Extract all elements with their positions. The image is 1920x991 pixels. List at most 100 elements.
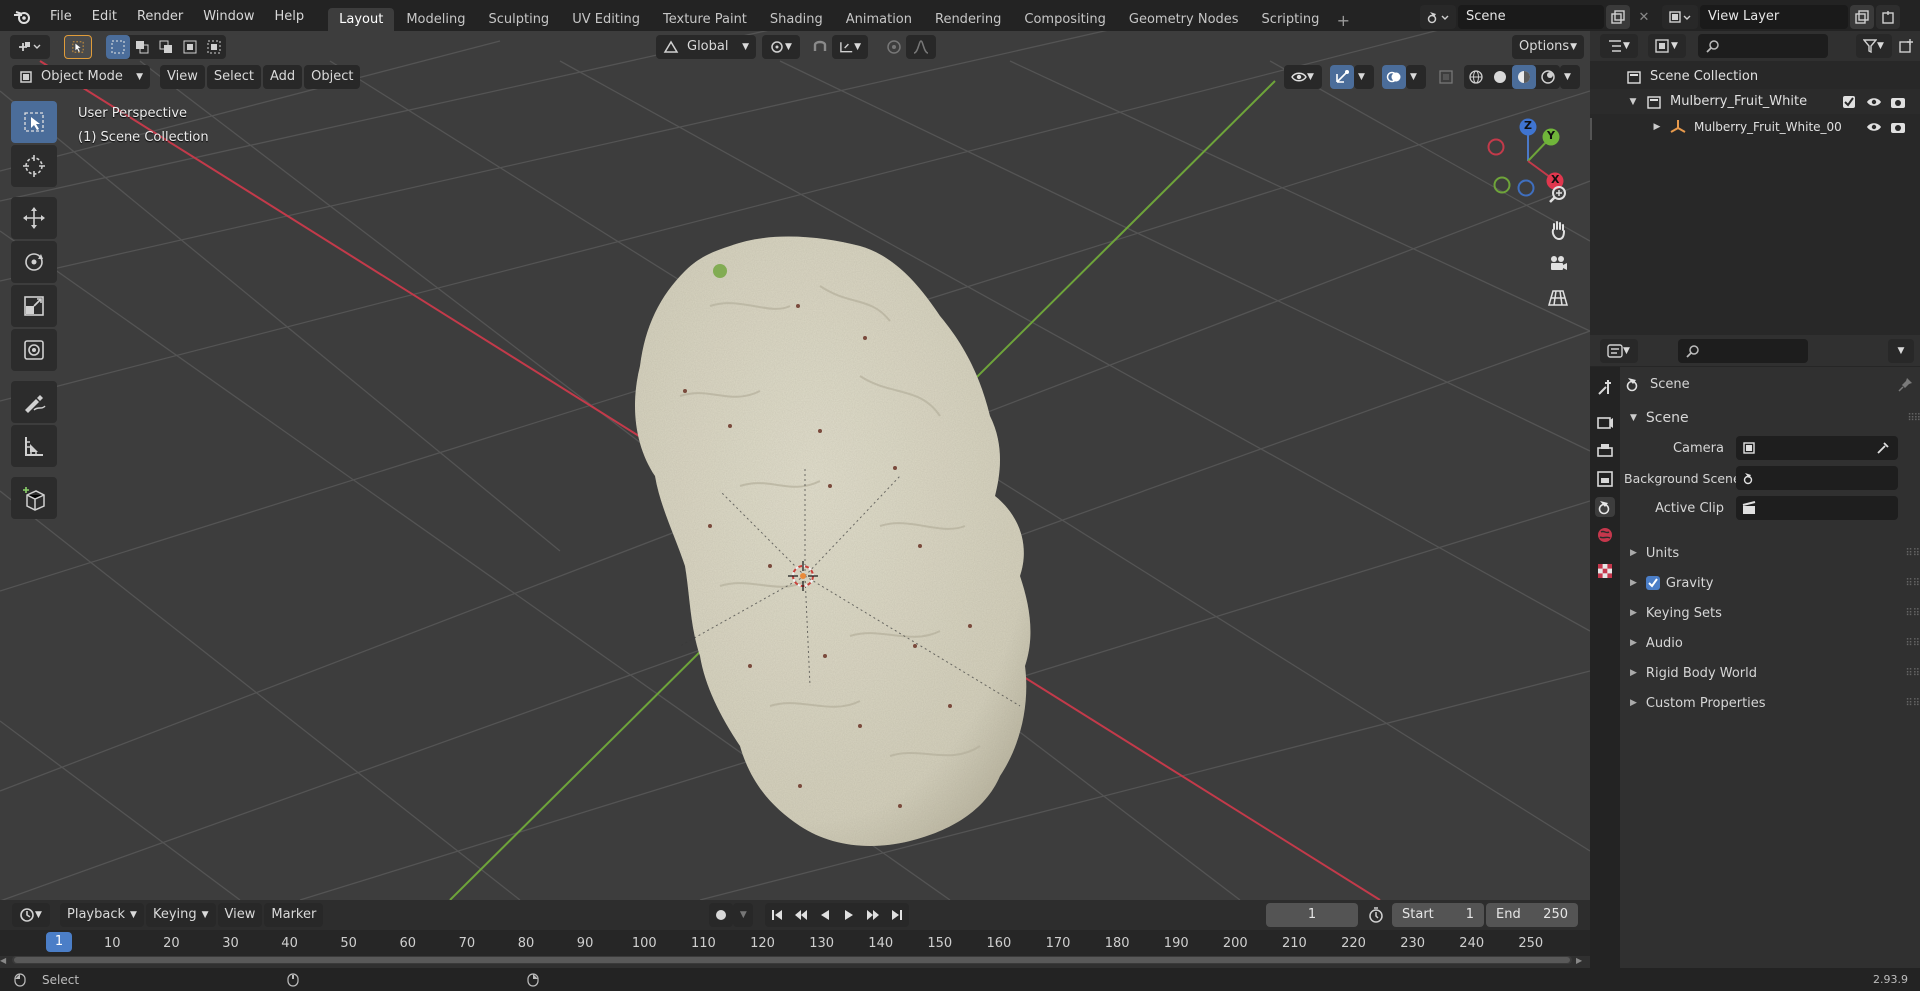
use-preview-range-icon[interactable] (1364, 903, 1388, 927)
expand-triangle-icon[interactable]: ▶ (1648, 122, 1666, 132)
record-dropdown-chevron-icon[interactable]: ▼ (733, 903, 754, 927)
section-audio[interactable]: ▶ Audio ⠿⠿ (1630, 631, 1920, 655)
tab-compositing[interactable]: Compositing (1013, 8, 1117, 32)
tab-scripting[interactable]: Scripting (1251, 8, 1331, 32)
playback-dropdown[interactable]: Playback ▼ (60, 903, 144, 927)
mode-new-selection-icon[interactable] (106, 35, 130, 59)
gravity-checkbox[interactable] (1645, 575, 1661, 591)
xray-toggle-icon[interactable] (1434, 65, 1458, 89)
render-camera-icon[interactable] (1890, 120, 1906, 134)
menu-marker[interactable]: Marker (264, 903, 324, 927)
properties-editor-type-icon[interactable]: ▼ (1600, 338, 1638, 363)
mode-invert-selection-icon[interactable] (178, 35, 202, 59)
copy-view-layer-icon[interactable] (1850, 5, 1874, 29)
scene-panel-header[interactable]: ▼ Scene ⠿⠿ (1630, 406, 1920, 430)
drag-handle-icon[interactable]: ⠿⠿ (1905, 698, 1920, 709)
snap-icon[interactable] (808, 35, 832, 59)
pin-icon[interactable] (1898, 376, 1914, 392)
start-frame-field[interactable]: Start 1 (1392, 903, 1484, 927)
shading-rendered-icon[interactable] (1536, 65, 1560, 89)
outliner-row-collection[interactable]: ▼ Mulberry_Fruit_White (1590, 89, 1920, 114)
menu-select[interactable]: Select (206, 65, 261, 89)
3d-viewport[interactable]: User Perspective (1) Scene Collection Z … (0, 31, 1590, 900)
tab-modeling[interactable]: Modeling (395, 8, 476, 32)
gizmo-dropdown-chevron-icon[interactable]: ▼ (1354, 65, 1374, 89)
tab-shading[interactable]: Shading (759, 8, 834, 32)
close-scene-icon[interactable]: ✕ (1632, 5, 1656, 29)
menu-object[interactable]: Object (304, 65, 361, 89)
tab-layout[interactable]: Layout (328, 8, 395, 32)
outliner-search-input[interactable] (1698, 34, 1828, 58)
section-gravity[interactable]: ▶ Gravity ⠿⠿ (1630, 571, 1920, 595)
menu-view[interactable]: View (160, 65, 205, 89)
outliner-row-object[interactable]: ▶ Mulberry_Fruit_White_00 (1590, 114, 1920, 139)
shading-material-icon[interactable] (1512, 65, 1536, 89)
shading-wireframe-icon[interactable] (1464, 65, 1488, 89)
menu-help[interactable]: Help (265, 5, 315, 29)
menu-timeline-view[interactable]: View (217, 903, 263, 927)
view-layer-selector-icon[interactable] (1662, 5, 1698, 29)
drag-handle-icon[interactable]: ⠿⠿ (1905, 578, 1920, 589)
tab-uv-editing[interactable]: UV Editing (561, 8, 651, 32)
measure-tool[interactable] (11, 425, 57, 467)
menu-edit[interactable]: Edit (82, 5, 127, 29)
view-layer-field[interactable]: View Layer (1700, 5, 1848, 29)
scene-selector-icon[interactable] (1420, 5, 1456, 29)
outliner-row-scene-collection[interactable]: Scene Collection (1590, 64, 1920, 89)
active-tool-icon[interactable] (64, 35, 92, 59)
options-dropdown[interactable]: Options ▼ (1512, 35, 1584, 59)
properties-options-chevron-icon[interactable]: ▼ (1888, 338, 1914, 363)
camera-field[interactable] (1736, 436, 1898, 460)
drag-handle-icon[interactable]: ⠿⠿ (1907, 413, 1920, 424)
playhead-frame-indicator[interactable]: 1 (46, 932, 72, 952)
rotate-tool[interactable] (11, 241, 57, 283)
active-clip-field[interactable] (1736, 496, 1898, 520)
drag-handle-icon[interactable]: ⠿⠿ (1905, 638, 1920, 649)
drag-handle-icon[interactable]: ⠿⠿ (1905, 608, 1920, 619)
zoom-icon[interactable] (1543, 180, 1573, 210)
section-rigid-body-world[interactable]: ▶ Rigid Body World ⠿⠿ (1630, 661, 1920, 685)
menu-window[interactable]: Window (193, 5, 264, 29)
properties-search-input[interactable] (1678, 338, 1808, 363)
output-tab-icon[interactable] (1595, 441, 1615, 461)
annotate-tool[interactable] (11, 381, 57, 423)
mode-intersect-selection-icon[interactable] (202, 35, 226, 59)
overlays-toggle-icon[interactable] (1382, 65, 1406, 89)
outliner-editor-type-icon[interactable]: ▼ (1600, 34, 1638, 58)
jump-to-keyframe-next-icon[interactable] (861, 903, 885, 927)
select-box-tool[interactable] (11, 101, 57, 143)
jump-to-keyframe-prev-icon[interactable] (789, 903, 813, 927)
keying-dropdown[interactable]: Keying ▼ (145, 903, 216, 927)
world-tab-icon[interactable] (1595, 525, 1615, 545)
play-reverse-icon[interactable] (813, 903, 837, 927)
display-mode-icon[interactable]: ▼ (1648, 34, 1686, 58)
move-tool[interactable] (11, 197, 57, 239)
filter-icon[interactable]: ▼ (1856, 34, 1892, 58)
jump-to-start-icon[interactable] (765, 903, 789, 927)
pan-hand-icon[interactable] (1543, 215, 1573, 245)
shading-solid-icon[interactable] (1488, 65, 1512, 89)
scroll-left-arrow-icon[interactable]: ◀ (0, 957, 10, 965)
exclude-checkbox-icon[interactable] (1842, 95, 1856, 109)
visibility-eye-icon[interactable] (1866, 121, 1882, 133)
tab-rendering[interactable]: Rendering (924, 8, 1012, 32)
blender-logo-icon[interactable] (8, 5, 36, 29)
remove-view-layer-icon[interactable] (1876, 5, 1900, 29)
tab-sculpting[interactable]: Sculpting (477, 8, 560, 32)
section-keying-sets[interactable]: ▶ Keying Sets ⠿⠿ (1630, 601, 1920, 625)
texture-tab-icon[interactable] (1595, 561, 1615, 581)
visibility-eye-icon[interactable] (1866, 96, 1882, 108)
transform-tool[interactable] (11, 329, 57, 371)
record-icon[interactable] (709, 903, 734, 927)
scene-tab-icon[interactable] (1595, 497, 1615, 517)
play-icon[interactable] (837, 903, 861, 927)
scale-tool[interactable] (11, 285, 57, 327)
pivot-point-dropdown[interactable]: ▼ (762, 35, 800, 59)
section-custom-properties[interactable]: ▶ Custom Properties ⠿⠿ (1630, 691, 1920, 715)
tab-texture-paint[interactable]: Texture Paint (652, 8, 758, 32)
3d-cursor-icon[interactable] (786, 559, 820, 593)
add-workspace-icon[interactable]: + (1331, 8, 1355, 32)
eyedropper-icon[interactable] (1876, 441, 1890, 455)
snap-target-dropdown[interactable]: ▼ (832, 35, 868, 59)
add-cube-tool[interactable] (11, 477, 57, 519)
